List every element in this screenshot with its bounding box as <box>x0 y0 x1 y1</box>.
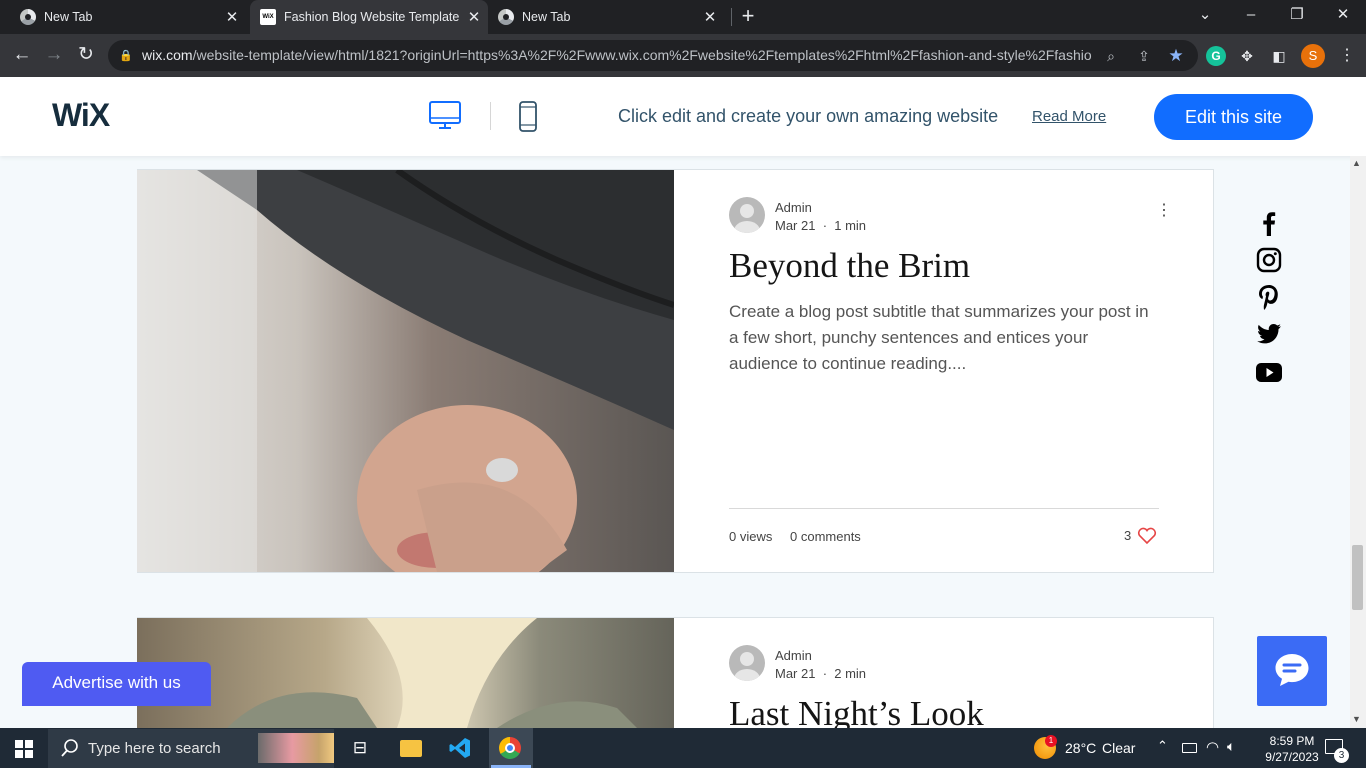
file-explorer-icon[interactable] <box>400 740 422 757</box>
tab-divider <box>731 8 732 26</box>
close-icon[interactable]: ✕ <box>218 8 246 26</box>
lock-icon[interactable]: 🔒 <box>117 47 135 65</box>
taskbar-search-placeholder[interactable]: Type here to search <box>88 740 221 757</box>
twitter-icon[interactable] <box>1255 320 1283 348</box>
read-more-link[interactable]: Read More <box>1032 108 1106 125</box>
search-highlight-image <box>258 733 334 763</box>
wifi-icon[interactable]: ◠ <box>1206 738 1219 756</box>
vscode-icon[interactable] <box>448 736 472 760</box>
read-time: 1 min <box>834 218 867 233</box>
scroll-up-arrow-icon[interactable]: ▲ <box>1352 158 1361 168</box>
task-view-icon[interactable]: ⊟ <box>350 738 370 758</box>
chat-button[interactable] <box>1257 636 1327 706</box>
chrome-icon <box>498 9 514 25</box>
heart-icon[interactable] <box>1137 527 1157 545</box>
facebook-icon[interactable] <box>1255 209 1283 237</box>
instagram-icon[interactable] <box>1255 246 1283 274</box>
comments-count[interactable]: 0 comments <box>790 529 861 544</box>
blonde-hair-photo-illustration <box>227 618 637 728</box>
youtube-icon[interactable] <box>1255 358 1283 386</box>
menu-icon[interactable]: ⋮ <box>1338 47 1356 65</box>
weather-description[interactable]: Clear <box>1102 740 1135 756</box>
share-icon[interactable]: ⇪ <box>1135 47 1153 65</box>
author-avatar[interactable] <box>729 645 765 681</box>
more-actions-icon[interactable]: ⋮ <box>1156 200 1172 220</box>
close-window-button[interactable]: ✕ <box>1320 0 1366 32</box>
advertise-button[interactable]: Advertise with us <box>22 662 211 706</box>
windows-start-icon[interactable] <box>15 740 33 758</box>
clock-date: 9/27/2023 <box>1265 750 1319 764</box>
close-icon[interactable]: ✕ <box>696 8 724 26</box>
post-date: Mar 21 <box>775 666 816 681</box>
side-panel-icon[interactable]: ◧ <box>1270 47 1288 65</box>
tab-title: Fashion Blog Website Template | <box>284 10 460 24</box>
bookmark-star-icon[interactable]: ★ <box>1167 47 1185 65</box>
show-hidden-icons-icon[interactable]: ⌃ <box>1157 738 1168 754</box>
grammarly-icon[interactable]: G <box>1206 46 1226 66</box>
post-date: Mar 21 <box>775 218 816 233</box>
tab-title: New Tab <box>522 10 571 24</box>
restore-button[interactable]: ❐ <box>1274 0 1320 32</box>
back-button[interactable]: ← <box>11 45 33 67</box>
desktop-view-icon[interactable] <box>428 100 462 132</box>
tab-title: New Tab <box>44 10 93 24</box>
url-text[interactable]: wix.com/website-template/view/html/1821?… <box>142 47 1092 63</box>
profile-avatar[interactable]: S <box>1301 44 1325 68</box>
wix-favicon-icon: WiX <box>260 9 276 25</box>
author-name[interactable]: Admin <box>775 648 812 663</box>
post-divider <box>729 508 1159 509</box>
tab-fashion-blog[interactable]: WiX Fashion Blog Website Template | ✕ <box>250 0 488 34</box>
post-subtitle: Create a blog post subtitle that summari… <box>729 302 1149 373</box>
post-title[interactable]: Beyond the Brim <box>729 246 970 286</box>
hat-photo-illustration <box>137 170 674 572</box>
wix-logo[interactable]: WiX <box>52 97 110 134</box>
scrollbar-thumb[interactable] <box>1352 545 1363 610</box>
chat-bubble-icon <box>1275 654 1309 686</box>
promo-text: Click edit and create your own amazing w… <box>618 106 999 126</box>
tab-new-2[interactable]: New Tab ✕ <box>478 0 724 34</box>
author-name[interactable]: Admin <box>775 200 812 215</box>
view-divider <box>490 102 491 130</box>
views-count: 0 views <box>729 529 773 544</box>
post-cover-image[interactable] <box>137 170 674 572</box>
chrome-taskbar-icon <box>499 737 521 759</box>
clock[interactable]: 8:59 PM 9/27/2023 <box>1252 733 1332 765</box>
tab-search-chevron-icon[interactable]: ⌄ <box>1182 0 1228 32</box>
page-scrollbar[interactable] <box>1350 156 1366 728</box>
weather-temperature[interactable]: 28°C <box>1065 740 1096 756</box>
minimize-button[interactable]: – <box>1228 0 1274 32</box>
post-meta: Mar 21 · 1 min <box>775 218 867 233</box>
weather-badge: 1 <box>1045 735 1057 747</box>
mobile-view-icon[interactable] <box>518 100 538 133</box>
likes-count: 3 <box>1124 528 1132 543</box>
scroll-down-arrow-icon[interactable]: ▼ <box>1352 714 1361 724</box>
clock-time: 8:59 PM <box>1269 734 1315 748</box>
zoom-icon[interactable]: ⌕ <box>1102 47 1120 65</box>
read-time: 2 min <box>834 666 867 681</box>
post-meta: Mar 21 · 2 min <box>775 666 867 681</box>
battery-icon[interactable] <box>1182 743 1197 753</box>
search-icon <box>61 739 78 757</box>
extensions-icon[interactable]: ✥ <box>1238 47 1256 65</box>
edit-site-button[interactable]: Edit this site <box>1154 94 1313 140</box>
new-tab-button[interactable]: + <box>736 4 760 30</box>
reload-button[interactable]: ↻ <box>75 45 97 67</box>
forward-button[interactable]: → <box>43 45 65 67</box>
notification-count-badge: 3 <box>1334 748 1349 763</box>
pinterest-icon[interactable] <box>1255 283 1283 311</box>
chrome-icon <box>20 9 36 25</box>
tab-new-1[interactable]: New Tab ✕ <box>0 0 246 34</box>
post-cover-image[interactable] <box>137 618 674 728</box>
volume-icon[interactable]: 🔈︎ <box>1227 738 1235 755</box>
author-avatar[interactable] <box>729 197 765 233</box>
